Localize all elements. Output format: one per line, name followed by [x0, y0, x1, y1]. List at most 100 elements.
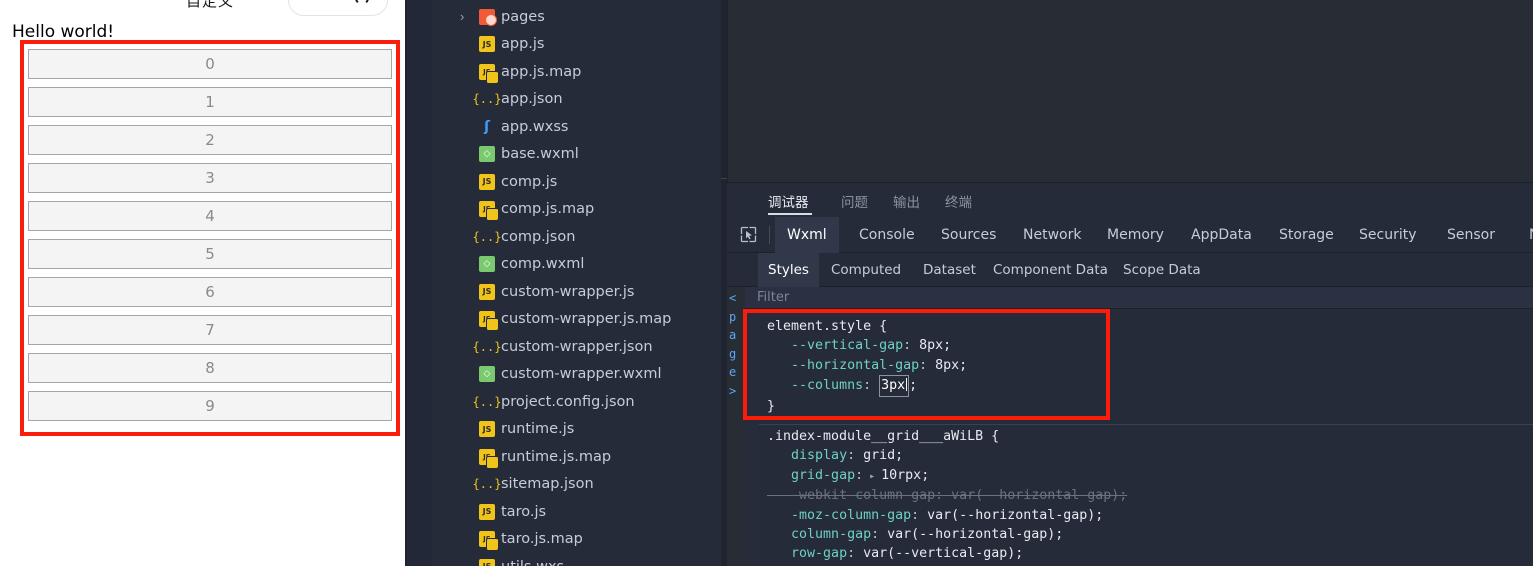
css-property-value[interactable]: 10rpx — [881, 468, 921, 483]
json-file-icon: {..} — [472, 229, 502, 244]
panel-tab-network[interactable]: Network — [1011, 217, 1093, 253]
grid-cell[interactable]: 8 — [28, 353, 392, 383]
file-tree-item[interactable]: {..} sitemap.json — [407, 471, 727, 499]
styles-filter-bar[interactable]: Filter — [745, 287, 1533, 309]
css-property-value[interactable]: 8px — [919, 338, 943, 353]
grid-cell[interactable]: 9 — [28, 391, 392, 421]
css-semicolon: ; — [909, 378, 918, 394]
css-selector: element.style { — [767, 319, 888, 334]
outer-tab-问题[interactable]: 问题 — [841, 183, 868, 218]
panel-tab-sources[interactable]: Sources — [929, 217, 1008, 253]
outer-tab-输出[interactable]: 输出 — [893, 183, 920, 218]
grid-cell[interactable]: 3 — [28, 163, 392, 193]
css-semicolon: ; — [1095, 507, 1104, 523]
css-property-value[interactable]: 8px — [935, 358, 959, 373]
sub-tab-scope-data[interactable]: Scope Data — [1113, 253, 1211, 287]
file-tree-item[interactable]: JS custom-wrapper.js — [407, 278, 727, 306]
sub-tab-dataset[interactable]: Dataset — [913, 253, 986, 287]
css-property-name[interactable]: --columns — [791, 378, 863, 393]
grid-cell[interactable]: 6 — [28, 277, 392, 307]
css-property-name[interactable]: -webkit-column-gap — [791, 488, 935, 503]
panel-tab-sensor[interactable]: Sensor — [1435, 217, 1507, 253]
styles-panel: Filter element.style { --vertical-gap: 8… — [745, 287, 1533, 566]
css-property-value[interactable]: grid — [863, 448, 895, 463]
css-property-value[interactable]: var(--vertical-gap) — [863, 546, 1015, 561]
file-tree-item[interactable]: ◇ comp.wxml — [407, 251, 727, 279]
file-tree-item[interactable]: JS runtime.js.map — [407, 443, 727, 471]
css-declaration[interactable]: column-gap: var(--horizontal-gap); — [767, 525, 1287, 544]
devtools-outer-tabbar: 调试器 问题 输出 终端 — [727, 182, 1533, 217]
capsule-button[interactable] — [288, 0, 388, 16]
grid-cell[interactable]: 4 — [28, 201, 392, 231]
css-property-value[interactable]: var(--horizontal-gap) — [951, 488, 1119, 503]
file-tree-item[interactable]: JS app.js — [407, 31, 727, 59]
matched-css-rule[interactable]: .index-module__grid___aWiLB { display: g… — [767, 427, 1287, 566]
styles-subtabbar: Styles Computed Dataset Component Data Scope… — [727, 253, 1533, 287]
file-tree-item[interactable]: JS utils.wxs — [407, 553, 727, 566]
js-file-icon: JS — [479, 421, 495, 438]
css-declaration[interactable]: --horizontal-gap: 8px; — [767, 356, 967, 375]
css-property-name[interactable]: row-gap — [791, 546, 847, 561]
css-semicolon: ; — [1015, 546, 1024, 562]
panel-tab-n[interactable]: N — [1517, 217, 1533, 253]
css-declaration[interactable]: row-gap: var(--vertical-gap); — [767, 544, 1287, 563]
sub-tab-styles[interactable]: Styles — [758, 253, 819, 287]
css-declaration[interactable]: display: grid; — [767, 446, 1287, 465]
grid-cell[interactable]: 1 — [28, 87, 392, 117]
panel-tab-console[interactable]: Console — [847, 217, 927, 253]
css-declaration[interactable]: grid-gap: ▸ 10rpx; — [767, 466, 1287, 486]
grid-cell[interactable]: 2 — [28, 125, 392, 155]
panel-tab-storage[interactable]: Storage — [1267, 217, 1346, 253]
sub-tab-component-data[interactable]: Component Data — [983, 253, 1118, 287]
js-file-icon: JS — [479, 503, 495, 520]
file-tree-item[interactable]: {..} comp.json — [407, 223, 727, 251]
file-tree-item[interactable]: {..} project.config.json — [407, 388, 727, 416]
css-property-name[interactable]: -moz-column-gap — [791, 508, 911, 523]
inspect-element-icon[interactable] — [735, 222, 761, 246]
grid-cell[interactable]: 0 — [28, 49, 392, 79]
file-tree-item[interactable]: JS taro.js.map — [407, 526, 727, 554]
file-tree-item[interactable]: › pages — [407, 3, 727, 31]
expand-shorthand-icon[interactable]: ▸ — [863, 471, 881, 482]
file-tree-item[interactable]: {..} custom-wrapper.json — [407, 333, 727, 361]
file-tree-item[interactable]: JS app.js.map — [407, 58, 727, 86]
css-declaration[interactable]: --vertical-gap: 8px; — [767, 336, 967, 355]
css-property-value[interactable]: var(--horizontal-gap) — [887, 527, 1055, 542]
css-declaration[interactable]: -webkit-column-gap: var(--horizontal-gap… — [767, 486, 1287, 505]
css-property-name[interactable]: grid-gap — [791, 468, 855, 483]
grid-cell[interactable]: 7 — [28, 315, 392, 345]
outer-tab-终端[interactable]: 终端 — [945, 183, 972, 218]
json-file-icon: {..} — [472, 394, 502, 409]
css-property-name[interactable]: display — [791, 448, 847, 463]
css-property-value[interactable]: var(--horizontal-gap) — [927, 508, 1095, 523]
css-colon: : — [847, 546, 856, 562]
file-tree-item[interactable]: {..} app.json — [407, 86, 727, 114]
sub-tab-computed[interactable]: Computed — [821, 253, 911, 287]
panel-tab-appdata[interactable]: AppData — [1179, 217, 1264, 253]
file-tree-item[interactable]: ◇ custom-wrapper.wxml — [407, 361, 727, 389]
file-tree-item[interactable]: JS comp.js.map — [407, 196, 727, 224]
panel-tab-memory[interactable]: Memory — [1095, 217, 1176, 253]
file-tree-item[interactable]: ʃ app.wxss — [407, 113, 727, 141]
element-style-rule[interactable]: element.style { --vertical-gap: 8px; --h… — [767, 317, 967, 416]
css-colon: : — [847, 448, 856, 464]
styles-filter-input[interactable]: Filter — [757, 290, 789, 305]
wxml-file-icon: ◇ — [479, 146, 495, 163]
grid-cell[interactable]: 5 — [28, 239, 392, 269]
css-property-name[interactable]: --vertical-gap — [791, 338, 903, 353]
chevron-right-icon[interactable]: › — [460, 10, 472, 23]
panel-tab-wxml[interactable]: Wxml — [775, 217, 839, 253]
file-tree-item[interactable]: JS taro.js — [407, 498, 727, 526]
file-tree-item[interactable]: ◇ base.wxml — [407, 141, 727, 169]
css-declaration[interactable]: --columns: 3px; — [767, 375, 967, 397]
css-property-name[interactable]: column-gap — [791, 527, 871, 542]
css-value-editor[interactable]: 3px — [879, 375, 910, 397]
mini-program-simulator: 自定义 Hello world! 0 1 2 3 4 5 6 7 8 9 — [0, 0, 405, 566]
file-tree-item[interactable]: JS comp.js — [407, 168, 727, 196]
css-declaration[interactable]: -moz-column-gap: var(--horizontal-gap); — [767, 506, 1287, 525]
css-property-name[interactable]: --horizontal-gap — [791, 358, 919, 373]
file-tree-item[interactable]: JS runtime.js — [407, 416, 727, 444]
file-tree-item[interactable]: JS custom-wrapper.js.map — [407, 306, 727, 334]
panel-tab-security[interactable]: Security — [1347, 217, 1429, 253]
devtools-panel-tabbar: Wxml Console Sources Network Memory AppData St… — [727, 217, 1533, 253]
